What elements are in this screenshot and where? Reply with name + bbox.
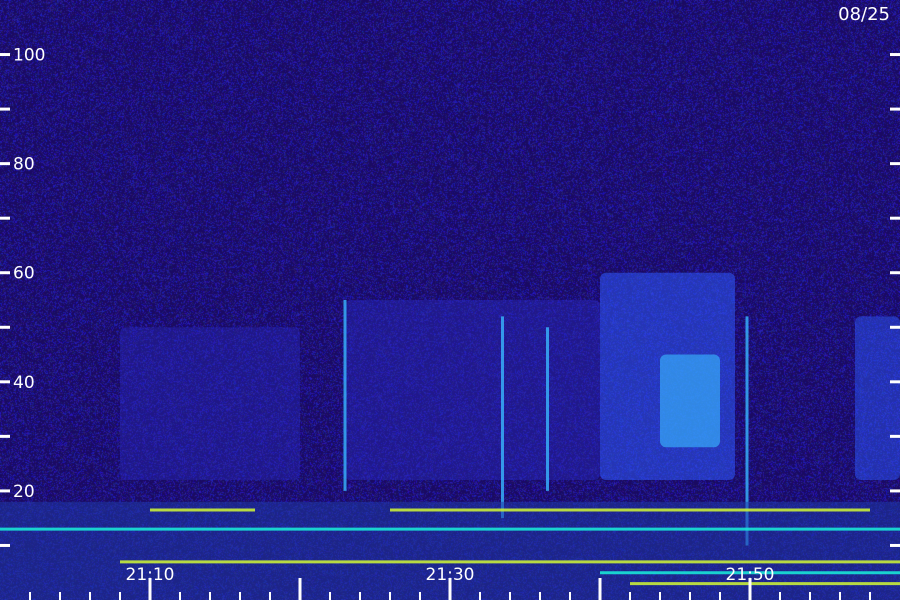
emission-band-1 (345, 300, 600, 480)
emission-band-4 (855, 316, 900, 480)
y-tick-label-80: 80 (13, 155, 35, 175)
emission-band-0 (120, 327, 300, 480)
y-tick-label-100: 100 (13, 46, 45, 66)
spectrogram-marks: 20 40 60 80 100 21:10 21:30 21:50 (0, 46, 900, 600)
y-tick-label-40: 40 (13, 373, 35, 393)
y-tick-label-60: 60 (13, 264, 35, 284)
emission-band-3 (660, 354, 720, 448)
vlf-spectrogram: 20 40 60 80 100 21:10 21:30 21:50 08/25 (0, 0, 900, 600)
x-tick-label-0: 21:10 (126, 565, 175, 585)
x-tick-label-2: 21:50 (726, 565, 775, 585)
x-tick-label-1: 21:30 (426, 565, 475, 585)
date-label: 08/25 (838, 4, 890, 25)
y-tick-label-20: 20 (13, 482, 35, 502)
emission-bands (120, 272, 900, 480)
